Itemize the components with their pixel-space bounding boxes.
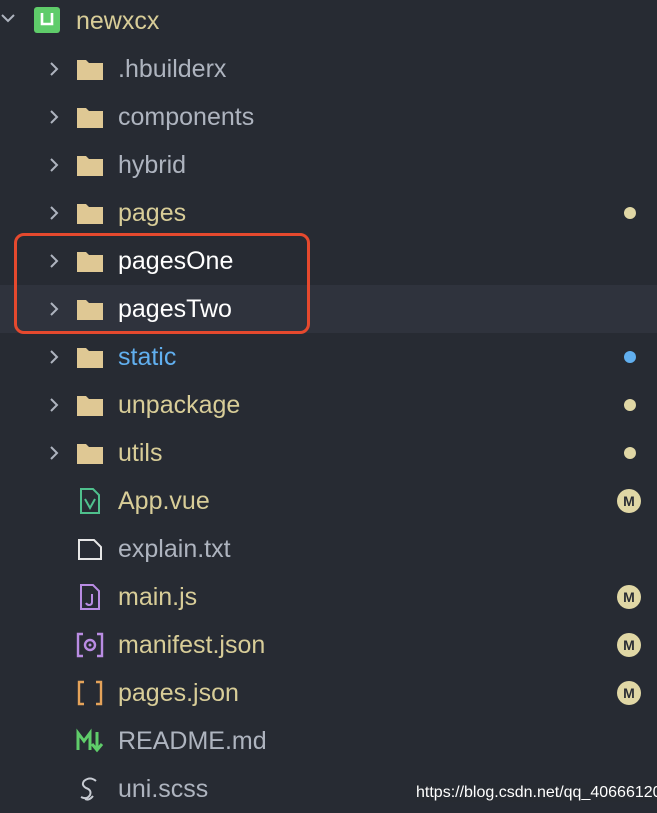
file-label: pages.json <box>118 679 239 707</box>
folder-row-components[interactable]: components <box>0 93 657 141</box>
folder-icon <box>77 300 103 320</box>
folder-label: pagesOne <box>118 247 234 275</box>
folder-row-hybrid[interactable]: hybrid <box>0 141 657 189</box>
folder-label: utils <box>118 439 163 467</box>
file-label: App.vue <box>118 487 210 515</box>
file-label: main.js <box>118 583 198 611</box>
folder-label: pages <box>118 199 187 227</box>
file-label: explain.txt <box>118 535 231 563</box>
markdown-file-icon <box>76 728 104 753</box>
vue-file-icon <box>80 488 100 514</box>
modified-badge: M <box>617 585 641 609</box>
chevron-right-icon[interactable] <box>46 349 62 365</box>
status-dot <box>624 447 636 459</box>
folder-icon <box>77 396 103 416</box>
modified-badge: M <box>617 681 641 705</box>
folder-label: unpackage <box>118 391 241 419</box>
file-row-mainjs[interactable]: main.js M <box>0 573 657 621</box>
folder-row-unpackage[interactable]: unpackage <box>0 381 657 429</box>
folder-icon <box>77 108 103 128</box>
folder-row-hbuilderx[interactable]: .hbuilderx <box>0 45 657 93</box>
text-file-icon <box>78 539 102 560</box>
manifest-file-icon <box>76 632 104 658</box>
folder-row-pagestwo[interactable]: pagesTwo <box>0 285 657 333</box>
folder-label: hybrid <box>118 151 187 179</box>
chevron-right-icon[interactable] <box>46 109 62 125</box>
watermark-text: https://blog.csdn.net/qq_40666120 <box>416 784 657 802</box>
chevron-right-icon[interactable] <box>46 301 62 317</box>
status-dot <box>624 351 636 363</box>
scss-file-icon <box>80 777 97 801</box>
folder-label: static <box>118 343 177 371</box>
folder-label: pagesTwo <box>118 295 232 323</box>
chevron-right-icon[interactable] <box>46 445 62 461</box>
file-row-manifestjson[interactable]: manifest.json M <box>0 621 657 669</box>
folder-label: components <box>118 103 255 131</box>
chevron-right-icon[interactable] <box>46 205 62 221</box>
chevron-right-icon[interactable] <box>46 397 62 413</box>
file-row-readmemd[interactable]: README.md <box>0 717 657 765</box>
folder-icon <box>77 156 103 176</box>
js-file-icon <box>80 584 100 610</box>
file-label: README.md <box>118 727 267 755</box>
folder-row-static[interactable]: static <box>0 333 657 381</box>
file-row-appvue[interactable]: App.vue M <box>0 477 657 525</box>
chevron-down-icon[interactable] <box>0 10 16 26</box>
modified-badge: M <box>617 633 641 657</box>
status-dot <box>624 207 636 219</box>
file-row-pagesjson[interactable]: pages.json M <box>0 669 657 717</box>
folder-icon <box>77 204 103 224</box>
folder-icon <box>77 252 103 272</box>
folder-icon <box>77 60 103 80</box>
chevron-right-icon[interactable] <box>46 157 62 173</box>
uniapp-project-icon <box>34 7 60 33</box>
folder-icon <box>77 348 103 368</box>
file-label: manifest.json <box>118 631 266 659</box>
json-file-icon <box>77 680 103 706</box>
modified-badge: M <box>617 489 641 513</box>
file-row-explaintxt[interactable]: explain.txt <box>0 525 657 573</box>
chevron-right-icon[interactable] <box>46 61 62 77</box>
folder-label: .hbuilderx <box>118 55 227 83</box>
folder-row-pages[interactable]: pages <box>0 189 657 237</box>
folder-icon <box>77 444 103 464</box>
folder-row-utils[interactable]: utils <box>0 429 657 477</box>
chevron-right-icon[interactable] <box>46 253 62 269</box>
file-explorer-tree: newxcx .hbuilderx components hybrid pages pa… <box>0 0 657 806</box>
folder-row-pagesone[interactable]: pagesOne <box>0 237 657 285</box>
tree-root-newxcx[interactable]: newxcx <box>0 0 657 45</box>
status-dot <box>624 399 636 411</box>
project-name: newxcx <box>76 7 160 35</box>
